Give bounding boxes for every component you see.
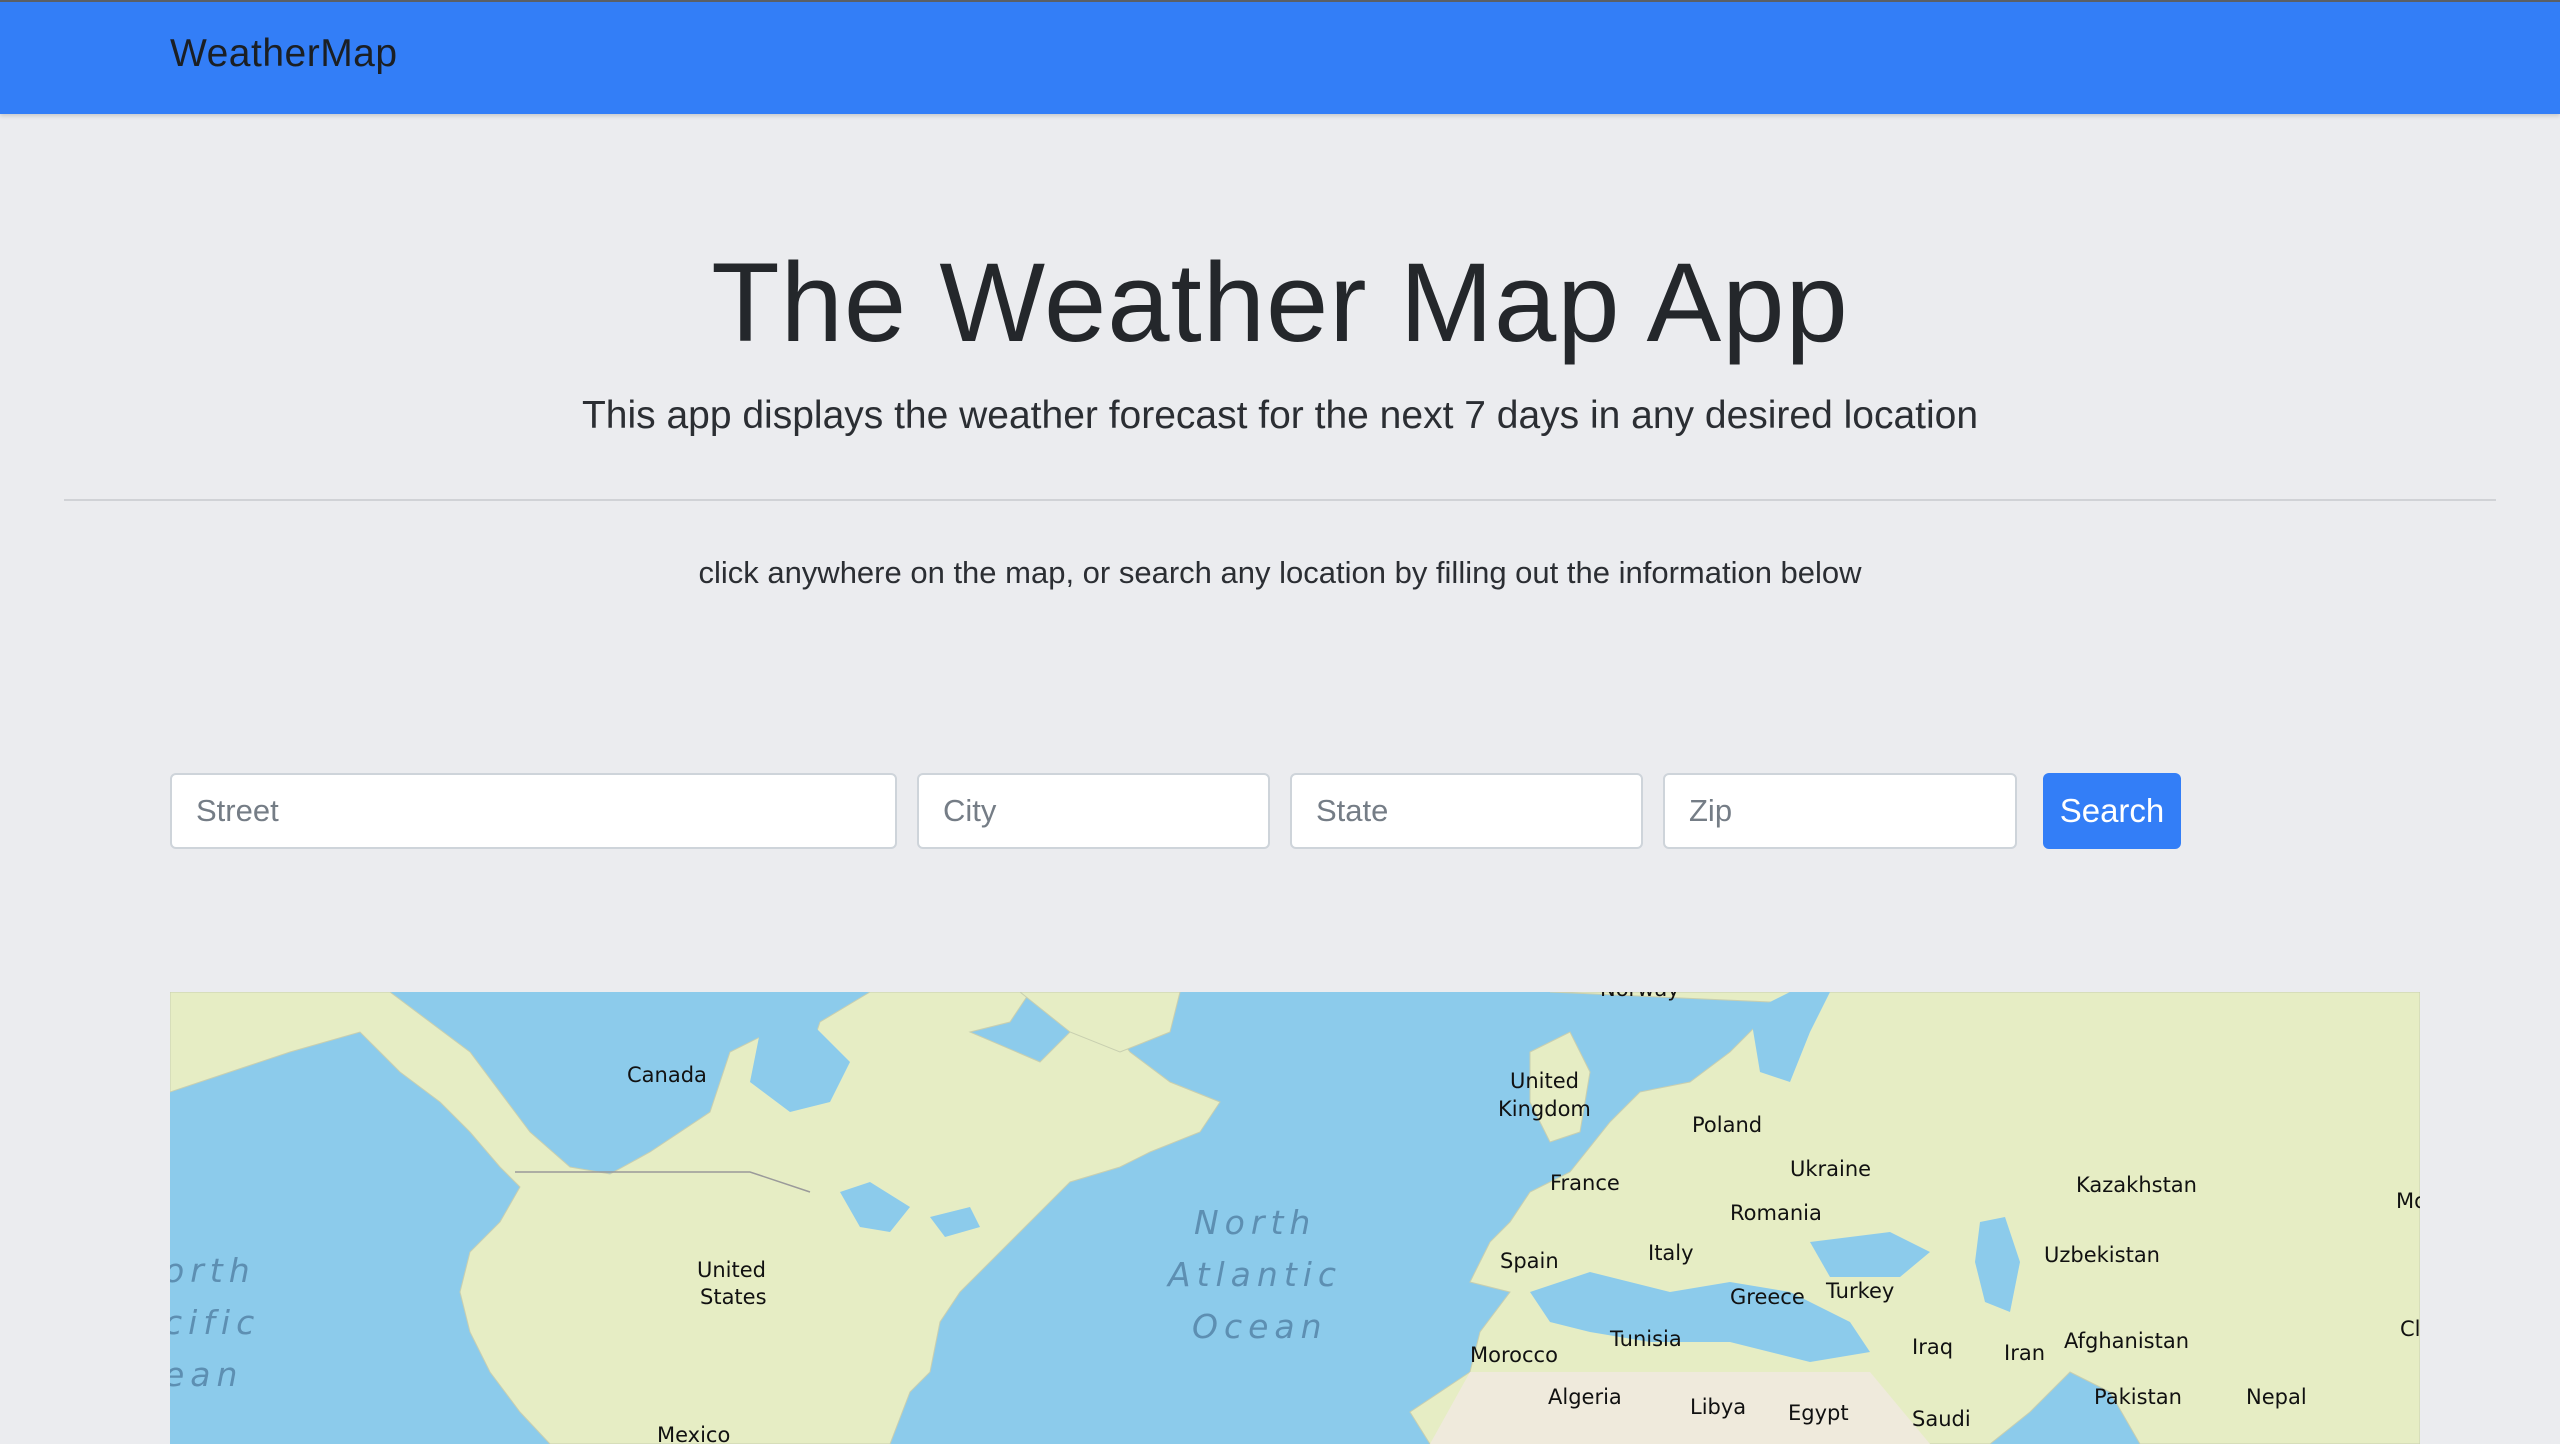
map-label-iraq: Iraq [1912, 1335, 1953, 1359]
sahara-desert [1430, 1372, 1930, 1444]
map-label-egypt: Egypt [1788, 1401, 1849, 1425]
map-label-mexico: Mexico [657, 1423, 730, 1444]
map-label-saudi: Saudi [1912, 1407, 1971, 1431]
map-label-greece: Greece [1730, 1285, 1805, 1309]
map-label-us-1: United [697, 1258, 766, 1282]
map-label-uk-2: Kingdom [1498, 1097, 1591, 1121]
map-label-norway: Norway [1600, 992, 1680, 1001]
map-label-poland: Poland [1692, 1113, 1762, 1137]
page-title: The Weather Map App [711, 240, 1849, 365]
map-label-romania: Romania [1730, 1201, 1822, 1225]
map-label-atlantic-2: Atlantic [1166, 1255, 1342, 1294]
page-subtitle: This app displays the weather forecast f… [581, 394, 1979, 437]
map-label-pakistan: Pakistan [2094, 1385, 2182, 1409]
map-label-uk-1: United [1510, 1069, 1579, 1093]
map-label-pacific-2: cific [170, 1303, 260, 1342]
map-label-pacific-1: orth [170, 1251, 256, 1290]
map-label-mo: Mo [2396, 1189, 2420, 1213]
zip-input[interactable] [1663, 773, 2017, 849]
street-input[interactable] [170, 773, 897, 849]
map-canvas: Canada United States Mexico orth cific e… [170, 992, 2420, 1444]
map-label-uzbekistan: Uzbekistan [2044, 1243, 2160, 1267]
map-label-turkey: Turkey [1825, 1279, 1894, 1303]
map-label-pacific-3: ean [170, 1355, 243, 1394]
map-label-iran: Iran [2004, 1341, 2045, 1365]
world-map[interactable]: Canada United States Mexico orth cific e… [170, 992, 2420, 1444]
map-label-ukraine: Ukraine [1790, 1157, 1871, 1181]
map-label-spain: Spain [1500, 1249, 1559, 1273]
map-label-atlantic-3: Ocean [1192, 1307, 1328, 1346]
greenland [1019, 992, 1181, 1053]
city-input[interactable] [917, 773, 1270, 849]
map-label-tunisia: Tunisia [1609, 1327, 1682, 1351]
map-label-nepal: Nepal [2246, 1385, 2307, 1409]
map-label-kazakhstan: Kazakhstan [2076, 1173, 2197, 1197]
map-label-algeria: Algeria [1548, 1385, 1622, 1409]
search-button[interactable]: Search [2043, 773, 2181, 849]
state-input[interactable] [1290, 773, 1643, 849]
divider [64, 499, 2496, 501]
instructions-text: click anywhere on the map, or search any… [698, 555, 1862, 590]
map-label-italy: Italy [1648, 1241, 1694, 1265]
brand-link[interactable]: WeatherMap [170, 32, 398, 76]
north-america-landmass [170, 992, 1221, 1444]
map-label-ch: Cl [2400, 1317, 2420, 1341]
map-label-morocco: Morocco [1470, 1343, 1558, 1367]
map-label-us-2: States [700, 1285, 767, 1309]
map-label-atlantic-1: North [1194, 1203, 1316, 1242]
map-label-canada: Canada [627, 1063, 707, 1087]
navbar: WeatherMap [0, 0, 2560, 114]
map-label-france: France [1550, 1171, 1620, 1195]
map-label-afghanistan: Afghanistan [2064, 1329, 2189, 1353]
map-label-libya: Libya [1690, 1395, 1746, 1419]
